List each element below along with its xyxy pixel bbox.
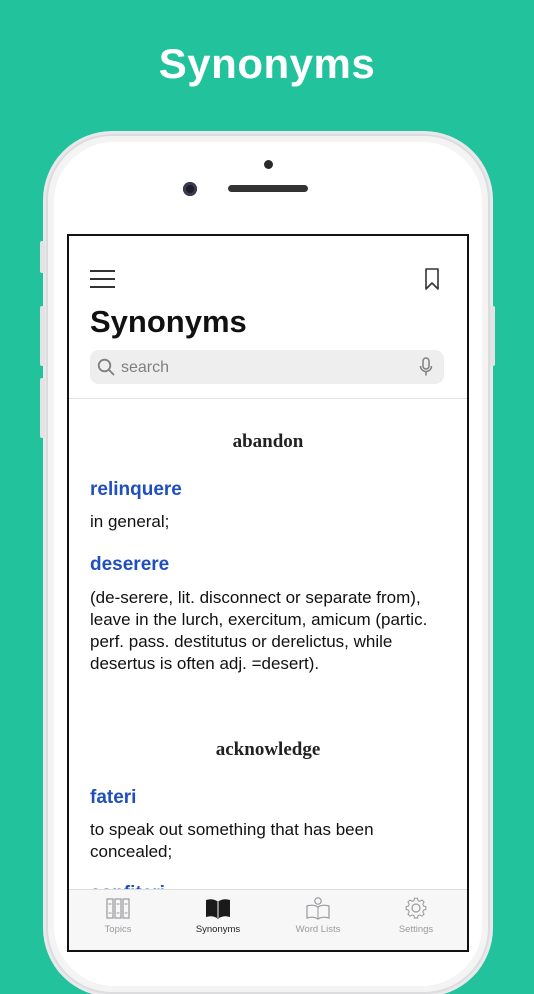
tab-settings[interactable]: Settings	[367, 890, 465, 950]
gear-icon	[405, 897, 427, 919]
headword: abandon	[232, 431, 304, 452]
search-bar[interactable]	[90, 350, 444, 386]
bookmark-icon[interactable]	[425, 268, 439, 290]
tab-bar: Topics Synonyms Word Lists Settings	[69, 889, 467, 950]
phone-camera	[183, 182, 197, 196]
books-icon	[106, 898, 130, 919]
tab-label: Topics	[104, 924, 132, 935]
headword: acknowledge	[215, 739, 321, 760]
tab-label: Synonyms	[195, 924, 241, 935]
reader-icon	[306, 897, 330, 920]
search-icon	[97, 358, 115, 376]
synonym-definition: (de-serere, lit. disconnect or separate …	[90, 588, 428, 673]
menu-icon[interactable]	[90, 270, 115, 288]
synonym-term-link[interactable]: deserere	[90, 554, 169, 576]
open-book-icon	[206, 899, 230, 919]
page-title: Synonyms	[90, 304, 247, 339]
synonym-term-link[interactable]: relinquere	[90, 479, 182, 501]
microphone-icon[interactable]	[419, 357, 433, 377]
phone-side-button	[40, 241, 45, 273]
phone-power-button	[490, 306, 495, 366]
tab-synonyms[interactable]: Synonyms	[169, 890, 267, 950]
synonyms-list[interactable]: abandon relinquere in general; deserere …	[69, 399, 467, 889]
search-input[interactable]	[119, 350, 413, 386]
promo-headline: Synonyms	[158, 40, 376, 87]
tab-topics[interactable]: Topics	[69, 890, 167, 950]
phone-volume-up	[40, 306, 45, 366]
synonym-term-link[interactable]: fateri	[90, 787, 136, 809]
tab-word-lists[interactable]: Word Lists	[269, 890, 367, 950]
tab-label: Settings	[398, 924, 434, 935]
phone-sensor	[264, 160, 273, 169]
phone-speaker	[228, 185, 308, 192]
phone-volume-down	[40, 378, 45, 438]
app-screen: Synonyms abandon relinquere in general; …	[69, 236, 467, 950]
synonym-definition: to speak out something that has been con…	[90, 820, 374, 861]
tab-label: Word Lists	[295, 924, 341, 935]
synonym-definition: in general;	[90, 512, 170, 531]
